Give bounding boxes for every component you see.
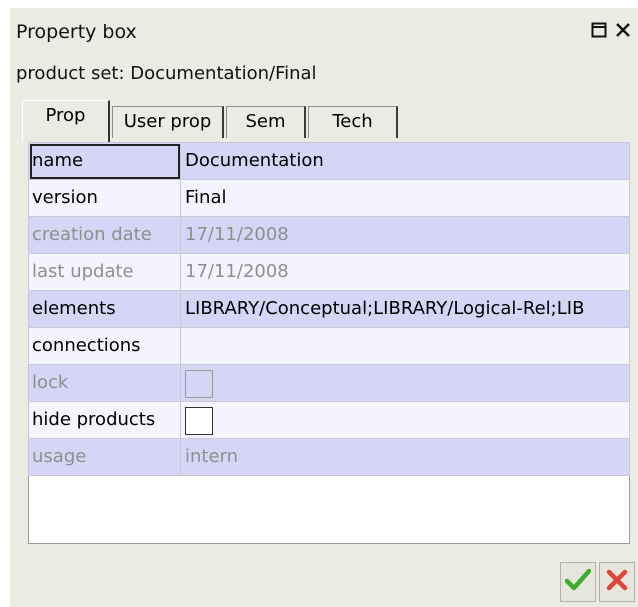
property-key: lock bbox=[28, 364, 181, 402]
properties-table: name Documentation version Final creatio… bbox=[28, 142, 630, 476]
action-bar bbox=[10, 548, 638, 607]
property-value: intern bbox=[180, 438, 630, 476]
tab-prop-label: Prop bbox=[45, 105, 86, 126]
checkmark-icon bbox=[564, 568, 592, 596]
property-row-hide-products[interactable]: hide products bbox=[28, 401, 630, 439]
property-key: creation date bbox=[28, 216, 181, 254]
title-bar: Property box bbox=[10, 8, 638, 52]
property-row-version[interactable]: version Final bbox=[28, 179, 630, 217]
property-key: last update bbox=[28, 253, 181, 291]
property-value[interactable]: Final bbox=[180, 179, 630, 217]
property-value: 17/11/2008 bbox=[180, 216, 630, 254]
tab-tech-label: Tech bbox=[332, 111, 373, 132]
property-value: 17/11/2008 bbox=[180, 253, 630, 291]
tab-user-prop[interactable]: User prop bbox=[112, 106, 224, 138]
ok-button[interactable] bbox=[560, 562, 596, 602]
property-key[interactable]: connections bbox=[28, 327, 181, 365]
property-row-last-update: last update 17/11/2008 bbox=[28, 253, 630, 291]
property-row-elements[interactable]: elements LIBRARY/Conceptual;LIBRARY/Logi… bbox=[28, 290, 630, 328]
property-row-name[interactable]: name Documentation bbox=[28, 142, 630, 180]
property-key[interactable]: name bbox=[28, 142, 181, 180]
properties-grid: name Documentation version Final creatio… bbox=[28, 142, 630, 544]
property-row-usage: usage intern bbox=[28, 438, 630, 476]
close-button[interactable] bbox=[612, 20, 634, 44]
property-key[interactable]: hide products bbox=[28, 401, 181, 439]
property-key[interactable]: version bbox=[28, 179, 181, 217]
property-row-connections[interactable]: connections bbox=[28, 327, 630, 365]
lock-checkbox bbox=[185, 370, 213, 398]
restore-icon bbox=[591, 22, 607, 42]
tab-sem[interactable]: Sem bbox=[226, 106, 306, 138]
close-icon bbox=[615, 22, 631, 42]
restore-button[interactable] bbox=[588, 20, 610, 44]
tab-sem-label: Sem bbox=[245, 111, 286, 132]
property-value[interactable]: LIBRARY/Conceptual;LIBRARY/Logical-Rel;L… bbox=[180, 290, 630, 328]
x-icon bbox=[605, 568, 629, 596]
property-value[interactable]: Documentation bbox=[180, 142, 630, 180]
tab-prop[interactable]: Prop bbox=[22, 100, 110, 142]
window-title: Property box bbox=[16, 21, 137, 43]
hide-products-checkbox[interactable] bbox=[185, 407, 213, 435]
product-set-label: product set: Documentation/Final bbox=[16, 63, 317, 84]
tab-user-prop-label: User prop bbox=[123, 111, 212, 132]
property-value bbox=[180, 364, 630, 402]
property-row-creation-date: creation date 17/11/2008 bbox=[28, 216, 630, 254]
cancel-button[interactable] bbox=[599, 562, 635, 602]
property-box-panel: Property box product set: Documentation/… bbox=[10, 8, 638, 607]
property-value[interactable] bbox=[180, 327, 630, 365]
property-value[interactable] bbox=[180, 401, 630, 439]
property-key[interactable]: elements bbox=[28, 290, 181, 328]
property-key: usage bbox=[28, 438, 181, 476]
tab-tech[interactable]: Tech bbox=[308, 106, 398, 138]
property-row-lock: lock bbox=[28, 364, 630, 402]
